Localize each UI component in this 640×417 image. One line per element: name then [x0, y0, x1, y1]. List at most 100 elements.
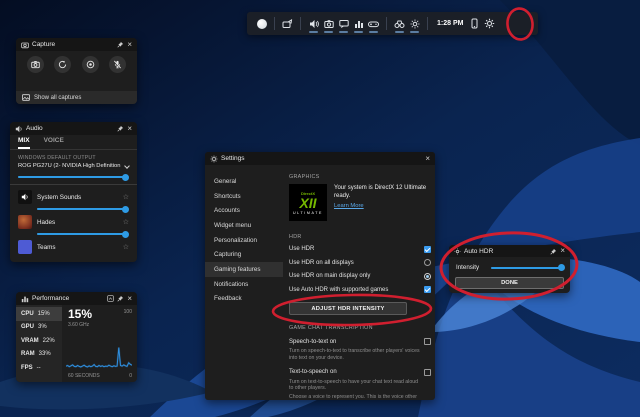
menu-item-personalization[interactable]: Personalization	[205, 233, 283, 248]
close-icon[interactable]: ×	[127, 124, 132, 133]
metric-ram[interactable]: RAM 33%	[16, 348, 62, 362]
gamepad-icon[interactable]	[366, 13, 381, 34]
speech-to-text-description: Turn on speech-to-text to transcribe oth…	[289, 348, 420, 361]
pin-icon[interactable]	[117, 41, 124, 48]
favorite-star-icon[interactable]: ☆	[123, 219, 129, 226]
sun-icon[interactable]	[407, 13, 422, 34]
chevron-down-icon	[124, 163, 130, 169]
divider	[386, 17, 387, 30]
setting-row-auto-hdr: Use Auto HDR with supported games	[289, 285, 431, 294]
capture-titlebar[interactable]: Capture ×	[16, 38, 137, 51]
output-label: WINDOWS DEFAULT OUTPUT	[18, 155, 96, 161]
performance-icon[interactable]	[351, 13, 366, 34]
favorite-star-icon[interactable]: ☆	[123, 244, 129, 251]
menu-item-general[interactable]: General	[205, 174, 283, 189]
voice-choice-description: Choose a voice to represent you. This is…	[289, 394, 417, 399]
mic-off-button[interactable]	[108, 56, 126, 73]
xbox-logo[interactable]	[254, 13, 269, 34]
intensity-slider[interactable]	[491, 264, 565, 271]
performance-titlebar[interactable]: Performance ×	[16, 292, 137, 305]
app-name: System Sounds	[37, 193, 82, 201]
adjust-hdr-intensity-button[interactable]: ADJUST HDR INTENSITY	[289, 302, 407, 315]
settings-window: Settings × General Shortcuts Accounts Wi…	[205, 152, 435, 400]
pin-icon[interactable]	[550, 248, 557, 255]
close-icon[interactable]: ×	[127, 40, 132, 49]
y-axis-min: 0	[129, 373, 132, 379]
learn-more-link[interactable]: Learn More	[334, 203, 364, 209]
audio-app-row: Hades ☆	[10, 212, 137, 238]
speech-to-text-checkbox[interactable]	[424, 338, 431, 345]
audio-widget: Audio × MIX VOICE WINDOWS DEFAULT OUTPUT…	[10, 122, 137, 262]
setting-row-speech-to-text: Speech-to-text on	[289, 337, 431, 346]
clock: 1:28 PM	[437, 20, 464, 27]
chat-icon[interactable]	[336, 13, 351, 34]
setting-row-text-to-speech: Text-to-speech on	[289, 368, 431, 377]
text-to-speech-description: Turn on text-to-speech to have your chat…	[289, 378, 418, 392]
tab-mix[interactable]: MIX	[18, 137, 30, 149]
menu-item-accounts[interactable]: Accounts	[205, 203, 283, 218]
audio-titlebar[interactable]: Audio ×	[10, 122, 137, 135]
menu-item-shortcuts[interactable]: Shortcuts	[205, 189, 283, 204]
auto-hdr-icon	[454, 247, 461, 255]
chart-icon	[21, 295, 29, 303]
pin-icon[interactable]	[117, 295, 124, 302]
setting-row-hdr-main-display: Use HDR on main display only	[289, 272, 431, 281]
hdr-all-displays-radio[interactable]	[424, 259, 431, 266]
menu-item-capturing[interactable]: Capturing	[205, 247, 283, 262]
audio-icon[interactable]	[306, 13, 321, 34]
capture-title: Capture	[32, 41, 56, 48]
system-sounds-icon	[18, 190, 32, 204]
favorite-star-icon[interactable]: ☆	[123, 194, 129, 201]
pin-icon[interactable]	[117, 125, 124, 132]
divider	[427, 17, 428, 30]
menu-item-gaming-features[interactable]: Gaming features	[205, 262, 283, 277]
done-button[interactable]: DONE	[455, 277, 564, 289]
close-icon[interactable]: ×	[560, 247, 565, 255]
app-volume-slider[interactable]	[37, 230, 130, 238]
gear-icon[interactable]	[482, 13, 497, 34]
performance-widget: Performance × CPU 15% GPU 3% VRAM 22% RAM 33…	[16, 292, 137, 382]
app-name: Teams	[37, 243, 56, 251]
options-icon[interactable]	[107, 295, 114, 302]
tab-voice[interactable]: VOICE	[44, 137, 64, 149]
close-icon[interactable]: ×	[127, 294, 132, 303]
auto-hdr-titlebar[interactable]: Auto HDR ×	[449, 245, 570, 257]
menu-item-widget-menu[interactable]: Widget menu	[205, 218, 283, 233]
text-to-speech-checkbox[interactable]	[424, 368, 431, 376]
use-hdr-checkbox[interactable]	[424, 245, 431, 253]
metric-vram[interactable]: VRAM 22%	[16, 334, 62, 348]
hdr-main-display-radio[interactable]	[424, 272, 431, 280]
camera-icon	[21, 41, 29, 49]
phone-icon[interactable]	[467, 13, 482, 34]
binoculars-icon[interactable]	[392, 13, 407, 34]
metric-gpu[interactable]: GPU 3%	[16, 321, 62, 335]
capture-icon[interactable]	[321, 13, 336, 34]
audio-title: Audio	[26, 125, 43, 132]
auto-hdr-title: Auto HDR	[464, 247, 494, 255]
menu-item-feedback[interactable]: Feedback	[205, 292, 283, 307]
setting-row-hdr-all-displays: Use HDR on all displays	[289, 258, 431, 267]
capture-buttons	[16, 51, 137, 77]
close-icon[interactable]: ×	[425, 154, 430, 163]
app-volume-slider[interactable]	[37, 205, 130, 213]
directx-logo: DirectX XII ULTIMATE	[289, 184, 327, 221]
auto-hdr-checkbox[interactable]	[424, 286, 431, 293]
audio-tabs: MIX VOICE	[10, 135, 137, 150]
metric-cpu[interactable]: CPU 15%	[16, 307, 62, 321]
record-last-button[interactable]	[54, 56, 72, 73]
master-volume-slider[interactable]	[18, 173, 129, 181]
output-device-dropdown[interactable]: ROG PG27U (2- NVIDIA High Definition A..…	[10, 163, 137, 169]
show-all-captures[interactable]: Show all captures	[16, 91, 137, 104]
show-all-captures-label: Show all captures	[34, 94, 82, 101]
widgets-icon[interactable]	[280, 13, 295, 34]
screenshot-button[interactable]	[27, 56, 45, 73]
game-chat-header: GAME CHAT TRANSCRIPTION	[289, 325, 373, 331]
settings-titlebar[interactable]: Settings ×	[205, 152, 435, 165]
record-button[interactable]	[81, 56, 99, 73]
output-device-name: ROG PG27U (2- NVIDIA High Definition A..…	[18, 163, 121, 169]
teams-icon	[18, 240, 32, 254]
divider	[274, 17, 275, 30]
menu-item-notifications[interactable]: Notifications	[205, 277, 283, 292]
gear-icon	[210, 155, 218, 163]
metric-fps[interactable]: FPS --	[16, 361, 62, 375]
